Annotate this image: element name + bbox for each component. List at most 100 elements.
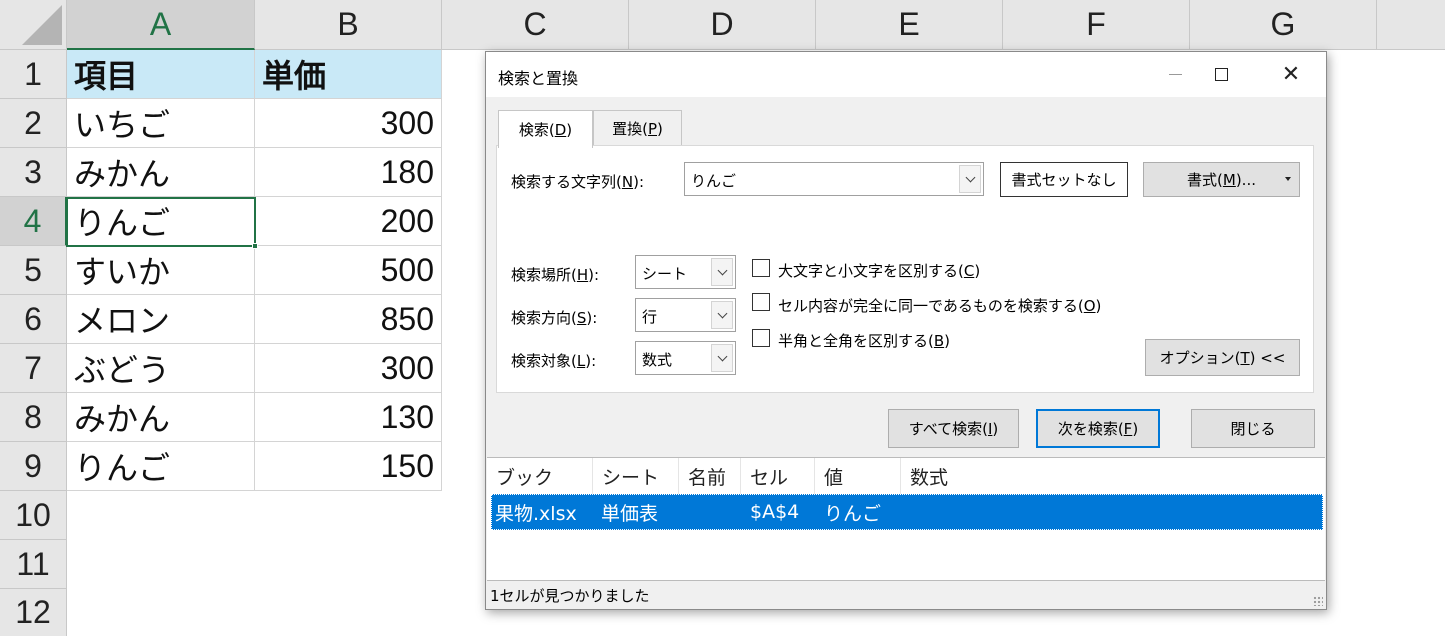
match-byte-checkbox[interactable] — [752, 329, 770, 347]
results-header-formula[interactable]: 数式 — [901, 458, 1001, 494]
tab-find-label: 検索( — [518, 121, 555, 139]
within-label: 検索場所(H): — [511, 266, 600, 284]
cell-b6[interactable]: 850 — [255, 295, 442, 344]
search-direction-value: 行 — [642, 308, 658, 326]
row-header-11[interactable]: 11 — [0, 540, 67, 589]
cell-a1[interactable]: 項目 — [67, 50, 255, 99]
column-header-f[interactable]: F — [1003, 0, 1190, 50]
dialog-titlebar[interactable]: 検索と置換 ✕ — [486, 52, 1326, 97]
search-direction-dropdown-arrow[interactable] — [711, 301, 733, 329]
cell-a7[interactable]: ぶどう — [67, 344, 255, 393]
row-header-12[interactable]: 12 — [0, 589, 67, 636]
cell-b2[interactable]: 300 — [255, 99, 442, 148]
cell-b3[interactable]: 180 — [255, 148, 442, 197]
tab-replace-end: ) — [657, 119, 663, 138]
look-in-value: 数式 — [642, 351, 673, 369]
results-header-book[interactable]: ブック — [487, 458, 593, 494]
resize-grip-icon[interactable] — [1313, 596, 1323, 606]
look-in-select[interactable]: 数式 — [635, 341, 736, 375]
match-entire-cell-checkbox[interactable] — [752, 293, 770, 311]
cell-a5[interactable]: すいか — [67, 246, 255, 295]
cell-a3[interactable]: みかん — [67, 148, 255, 197]
tab-replace[interactable]: 置換(P) — [593, 110, 682, 146]
match-byte-label[interactable]: 半角と全角を区別する(B) — [778, 330, 950, 351]
cell-b5[interactable]: 500 — [255, 246, 442, 295]
cell-b7[interactable]: 300 — [255, 344, 442, 393]
close-button[interactable]: 閉じる — [1191, 409, 1315, 448]
find-next-button[interactable]: 次を検索(F) — [1036, 409, 1160, 448]
tab-replace-key: P — [647, 119, 658, 138]
within-dropdown-arrow[interactable] — [711, 258, 733, 286]
row-header-5[interactable]: 5 — [0, 246, 67, 295]
within-select[interactable]: シート — [635, 255, 736, 289]
row-header-2[interactable]: 2 — [0, 99, 67, 148]
caret-down-icon — [1285, 177, 1291, 181]
look-in-dropdown-arrow[interactable] — [711, 344, 733, 372]
select-all-triangle — [22, 5, 62, 45]
dialog-title: 検索と置換 — [498, 69, 579, 88]
format-button[interactable]: 書式(M)... — [1143, 162, 1300, 197]
find-what-label: 検索する文字列(N): — [511, 173, 644, 191]
results-header-sheet[interactable]: シート — [593, 458, 679, 494]
cell-a2[interactable]: いちご — [67, 99, 255, 148]
search-direction-select[interactable]: 行 — [635, 298, 736, 332]
find-all-button[interactable]: すべて検索(I) — [888, 409, 1019, 448]
maximize-button[interactable] — [1198, 52, 1244, 97]
options-toggle-button[interactable]: オプション(T) << — [1145, 339, 1300, 376]
row-header-8[interactable]: 8 — [0, 393, 67, 442]
close-icon: ✕ — [1281, 62, 1301, 87]
tab-find-end: ) — [566, 120, 573, 139]
tab-find-key: D — [554, 120, 567, 139]
maximize-icon — [1214, 68, 1228, 81]
column-header-a[interactable]: A — [67, 0, 255, 50]
result-row[interactable]: 果物.xlsx 単価表 $A$4 りんご — [491, 494, 1323, 530]
column-header-c[interactable]: C — [442, 0, 629, 50]
results-header-name[interactable]: 名前 — [679, 458, 741, 494]
results-header-cell[interactable]: セル — [741, 458, 815, 494]
match-entire-cell-label[interactable]: セル内容が完全に同一であるものを検索する(O) — [778, 295, 1101, 316]
row-header-4[interactable]: 4 — [0, 197, 67, 246]
cell-a8[interactable]: みかん — [67, 393, 255, 442]
cell-b8[interactable]: 130 — [255, 393, 442, 442]
cell-b9[interactable]: 150 — [255, 442, 442, 491]
status-text: 1セルが見つかりました — [490, 587, 650, 605]
results-header-value[interactable]: 値 — [815, 458, 901, 494]
cell-a6[interactable]: メロン — [67, 295, 255, 344]
find-replace-dialog: 検索と置換 ✕ 検索(D) 置換(P) 検索する文字列(N): りんご 書式セッ… — [485, 51, 1327, 610]
row-header-9[interactable]: 9 — [0, 442, 67, 491]
row-header-7[interactable]: 7 — [0, 344, 67, 393]
tab-replace-label: 置換( — [612, 120, 648, 138]
search-direction-label: 検索方向(S): — [511, 309, 598, 327]
within-value: シート — [642, 265, 688, 283]
row-header-10[interactable]: 10 — [0, 491, 67, 540]
cell-a9[interactable]: りんご — [67, 442, 255, 491]
chevron-down-icon — [717, 308, 727, 318]
column-header-b[interactable]: B — [255, 0, 442, 50]
column-header-e[interactable]: E — [816, 0, 1003, 50]
row-header-3[interactable]: 3 — [0, 148, 67, 197]
cell-b1[interactable]: 単価 — [255, 50, 442, 99]
minimize-icon — [1168, 74, 1182, 75]
find-what-dropdown-arrow[interactable] — [959, 165, 981, 193]
cell-b4[interactable]: 200 — [255, 197, 442, 246]
results-list[interactable]: ブック シート 名前 セル 値 数式 果物.xlsx 単価表 $A$4 りんご — [487, 457, 1325, 581]
column-header-d[interactable]: D — [629, 0, 816, 50]
result-cell: $A$4 — [750, 501, 800, 523]
result-book: 果物.xlsx — [495, 502, 577, 525]
select-all-corner[interactable] — [0, 0, 67, 50]
cell-a4[interactable]: りんご — [67, 197, 255, 246]
chevron-down-icon — [965, 172, 975, 182]
match-case-checkbox[interactable] — [752, 259, 770, 277]
close-window-button[interactable]: ✕ — [1268, 52, 1314, 97]
find-what-value: りんご — [691, 172, 737, 190]
match-case-label[interactable]: 大文字と小文字を区別する(C) — [778, 260, 980, 281]
column-header-g[interactable]: G — [1190, 0, 1377, 50]
column-header-h[interactable] — [1377, 0, 1445, 50]
find-what-combobox[interactable]: りんご — [684, 162, 984, 196]
tab-find[interactable]: 検索(D) — [498, 110, 593, 148]
no-format-set-button[interactable]: 書式セットなし — [1000, 162, 1128, 197]
chevron-down-icon — [717, 265, 727, 275]
minimize-button[interactable] — [1152, 52, 1198, 97]
row-header-6[interactable]: 6 — [0, 295, 67, 344]
row-header-1[interactable]: 1 — [0, 50, 67, 99]
